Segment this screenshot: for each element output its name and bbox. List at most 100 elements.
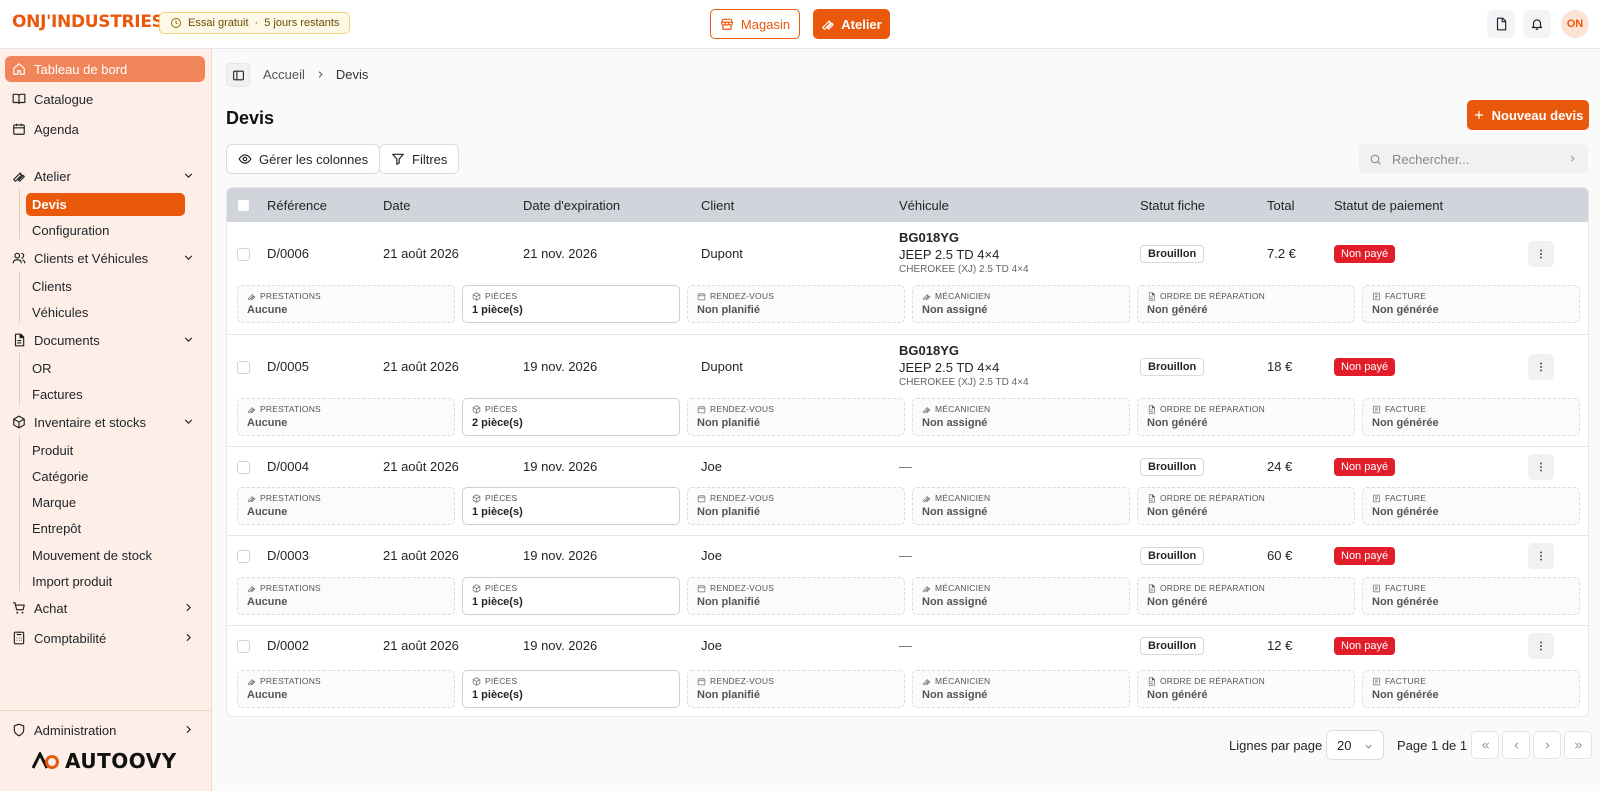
detail-box[interactable]: PIÈCES 2 pièce(s) bbox=[462, 398, 680, 436]
row-actions-button[interactable] bbox=[1528, 543, 1554, 569]
sidebar-item-agenda[interactable]: Agenda bbox=[5, 116, 205, 142]
detail-label-text: ORDRE DE RÉPARATION bbox=[1160, 583, 1266, 593]
atelier-button[interactable]: Atelier bbox=[813, 9, 890, 39]
row-actions-button[interactable] bbox=[1528, 354, 1554, 380]
table-row[interactable]: D/0006 21 août 2026 21 nov. 2026 Dupont BG0… bbox=[227, 222, 1588, 334]
sidebar-item-atelier[interactable]: Atelier bbox=[5, 163, 205, 189]
detail-box[interactable]: PIÈCES 1 pièce(s) bbox=[462, 285, 680, 323]
trial-days: 5 jours restants bbox=[264, 17, 340, 29]
payment-badge: Non payé bbox=[1334, 458, 1396, 476]
sidebar-item-devis[interactable]: Devis bbox=[26, 193, 185, 216]
sidebar-item-vehicules[interactable]: Véhicules bbox=[26, 301, 185, 324]
vehicle-plate: BG018YG bbox=[899, 343, 959, 358]
quotes-table: Référence Date Date d'expiration Client … bbox=[226, 187, 1589, 717]
first-page-button[interactable] bbox=[1471, 731, 1499, 759]
sidebar-item-label: Administration bbox=[34, 722, 117, 738]
notifications-button[interactable] bbox=[1523, 10, 1551, 38]
table-row[interactable]: D/0005 21 août 2026 19 nov. 2026 Dupont BG0… bbox=[227, 334, 1588, 446]
sidebar-item-categorie[interactable]: Catégorie bbox=[26, 465, 185, 488]
header-total[interactable]: Total bbox=[1267, 198, 1294, 213]
cell-reference[interactable]: D/0005 bbox=[267, 359, 309, 374]
breadcrumb-home[interactable]: Accueil bbox=[263, 67, 305, 82]
cell-reference[interactable]: D/0003 bbox=[267, 548, 309, 563]
row-checkbox[interactable] bbox=[237, 550, 250, 563]
sidebar-item-clients[interactable]: Clients bbox=[26, 275, 185, 298]
detail-box[interactable]: PIÈCES 1 pièce(s) bbox=[462, 487, 680, 525]
prev-page-button[interactable] bbox=[1502, 731, 1530, 759]
search-input[interactable] bbox=[1392, 151, 1552, 167]
vehicle-plate: BG018YG bbox=[899, 230, 959, 245]
detail-value: Non planifié bbox=[697, 596, 760, 608]
header-vehicle[interactable]: Véhicule bbox=[899, 198, 949, 213]
next-page-button[interactable] bbox=[1533, 731, 1561, 759]
sidebar-item-mouvement-de-stock[interactable]: Mouvement de stock bbox=[26, 544, 185, 567]
detail-box[interactable]: PIÈCES 1 pièce(s) bbox=[462, 670, 680, 708]
cell-expiry: 21 nov. 2026 bbox=[523, 246, 598, 261]
manage-columns-button[interactable]: Gérer les colonnes bbox=[226, 144, 381, 174]
sidebar-item-entrepot[interactable]: Entrepôt bbox=[26, 517, 185, 540]
avatar[interactable]: ON bbox=[1561, 10, 1589, 38]
cell-expiry: 19 nov. 2026 bbox=[523, 459, 598, 474]
cell-reference[interactable]: D/0006 bbox=[267, 246, 309, 261]
detail-label: PRESTATIONS bbox=[247, 493, 454, 503]
table-row[interactable]: D/0004 21 août 2026 19 nov. 2026 Joe — Brouil… bbox=[227, 446, 1588, 535]
row-checkbox[interactable] bbox=[237, 461, 250, 474]
bell-icon bbox=[1530, 17, 1544, 31]
header-date[interactable]: Date bbox=[383, 198, 410, 213]
logo-text: AUTOOVY bbox=[65, 749, 177, 773]
sidebar-item-label: Atelier bbox=[34, 168, 71, 184]
header-status[interactable]: Statut fiche bbox=[1140, 198, 1205, 213]
sidebar-item-or[interactable]: OR bbox=[26, 357, 185, 380]
rows-per-page-select[interactable]: 20 bbox=[1326, 730, 1384, 760]
select-all-checkbox[interactable] bbox=[237, 199, 250, 212]
documents-button[interactable] bbox=[1487, 10, 1515, 38]
row-checkbox[interactable] bbox=[237, 361, 250, 374]
filters-button[interactable]: Filtres bbox=[379, 144, 460, 174]
chevron-right-icon bbox=[315, 69, 326, 80]
sidebar-item-clients-vehicules[interactable]: Clients et Véhicules bbox=[5, 245, 205, 271]
chevron-right-icon bbox=[1567, 153, 1578, 164]
table-row[interactable]: D/0003 21 août 2026 19 nov. 2026 Joe — Brouil… bbox=[227, 535, 1588, 625]
last-page-button[interactable] bbox=[1564, 731, 1592, 759]
magasin-label: Magasin bbox=[740, 16, 791, 32]
detail-box[interactable]: PIÈCES 1 pièce(s) bbox=[462, 577, 680, 615]
detail-box: FACTURE Non générée bbox=[1362, 577, 1580, 615]
row-checkbox[interactable] bbox=[237, 248, 250, 261]
new-quote-button[interactable]: Nouveau devis bbox=[1467, 100, 1589, 130]
cell-expiry: 19 nov. 2026 bbox=[523, 548, 598, 563]
row-actions-button[interactable] bbox=[1528, 633, 1554, 659]
sidebar-item-achat[interactable]: Achat bbox=[5, 595, 205, 621]
cell-date: 21 août 2026 bbox=[383, 246, 459, 261]
detail-box: RENDEZ-VOUS Non planifié bbox=[687, 670, 905, 708]
row-actions-button[interactable] bbox=[1528, 454, 1554, 480]
sidebar-toggle-button[interactable] bbox=[226, 63, 250, 87]
sidebar-item-comptabilite[interactable]: Comptabilité bbox=[5, 625, 205, 651]
sidebar-item-configuration[interactable]: Configuration bbox=[26, 219, 185, 242]
cell-reference[interactable]: D/0002 bbox=[267, 638, 309, 653]
detail-label: RENDEZ-VOUS bbox=[697, 676, 904, 686]
sidebar-item-tableau-de-bord[interactable]: Tableau de bord bbox=[5, 56, 205, 82]
row-checkbox[interactable] bbox=[237, 640, 250, 653]
row-actions-button[interactable] bbox=[1528, 241, 1554, 267]
detail-label: PIÈCES bbox=[472, 291, 679, 301]
detail-label: MÉCANICIEN bbox=[922, 404, 1129, 414]
sidebar-item-import-produit[interactable]: Import produit bbox=[26, 570, 185, 593]
magasin-button[interactable]: Magasin bbox=[710, 9, 800, 39]
cell-reference[interactable]: D/0004 bbox=[267, 459, 309, 474]
sidebar-item-produit[interactable]: Produit bbox=[26, 439, 185, 462]
header-expiry[interactable]: Date d'expiration bbox=[523, 198, 620, 213]
sidebar-item-marque[interactable]: Marque bbox=[26, 491, 185, 514]
sidebar-item-documents[interactable]: Documents bbox=[5, 327, 205, 353]
sidebar-item-catalogue[interactable]: Catalogue bbox=[5, 86, 205, 112]
brand-name[interactable]: ONJ'INDUSTRIES bbox=[12, 12, 164, 32]
detail-value: 1 pièce(s) bbox=[472, 596, 523, 608]
header-reference[interactable]: Référence bbox=[267, 198, 327, 213]
table-row[interactable]: D/0002 21 août 2026 19 nov. 2026 Joe — Brouil… bbox=[227, 625, 1588, 716]
header-client[interactable]: Client bbox=[701, 198, 734, 213]
sidebar-item-administration[interactable]: Administration bbox=[5, 717, 205, 743]
calendar-icon bbox=[697, 677, 706, 686]
sidebar-item-factures[interactable]: Factures bbox=[26, 383, 185, 406]
sidebar-item-inventaire[interactable]: Inventaire et stocks bbox=[5, 409, 205, 435]
cell-total: 18 € bbox=[1267, 359, 1293, 374]
header-payment-status[interactable]: Statut de paiement bbox=[1334, 198, 1443, 213]
